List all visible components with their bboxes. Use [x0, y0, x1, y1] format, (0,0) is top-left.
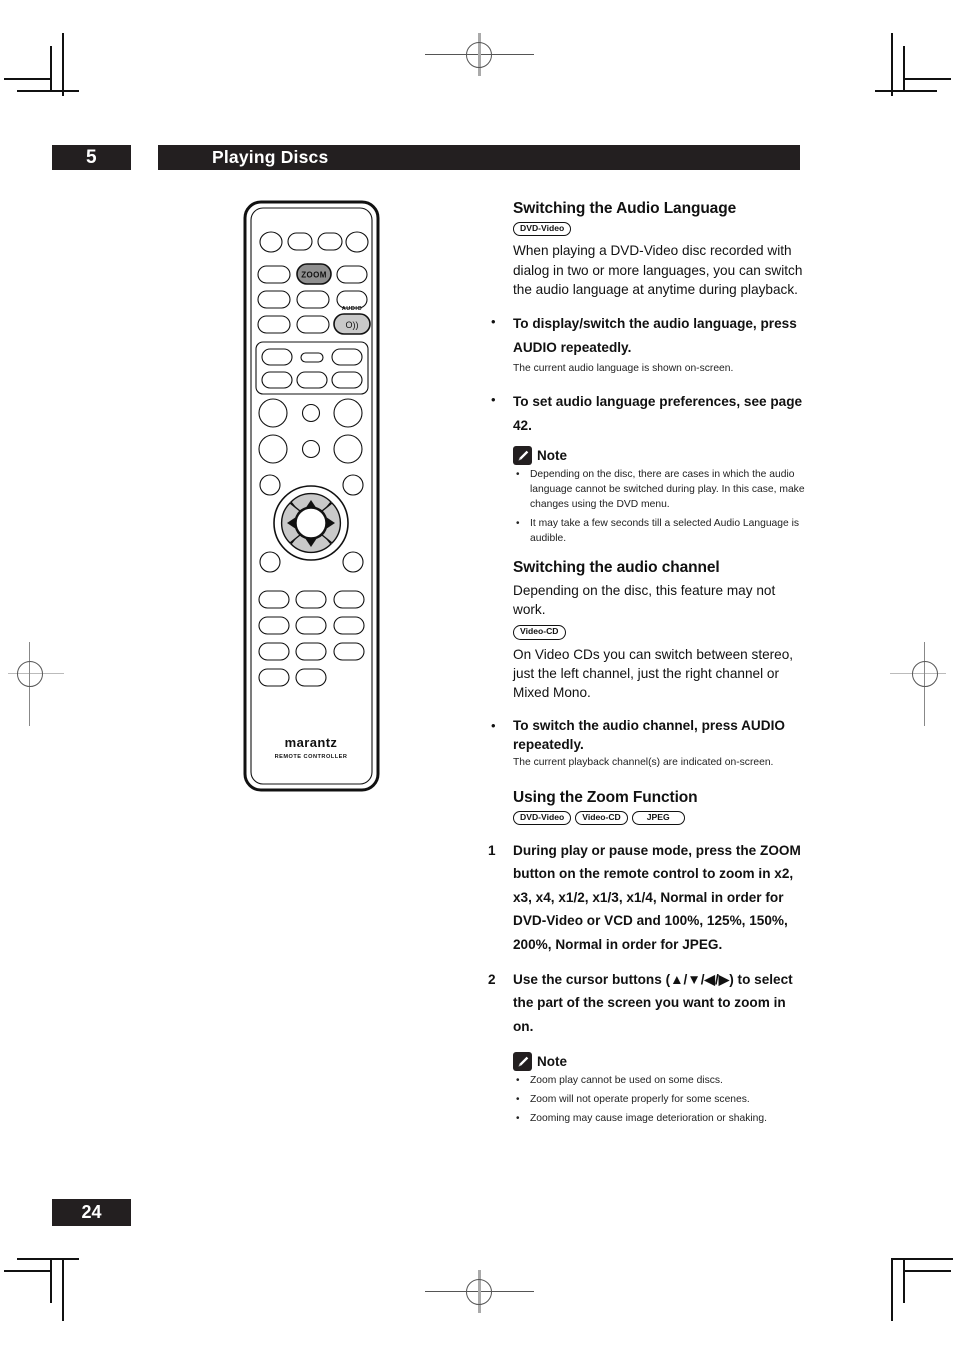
zoom-button: ZOOM: [296, 263, 332, 285]
crop-mark-top-right-inner-horizontal: [903, 78, 951, 80]
crop-mark-top-right-horizontal: [875, 90, 937, 92]
note-item-text: Zoom play cannot be used on some discs.: [530, 1075, 723, 1087]
badge-row-audio-channel: Video-CD: [513, 625, 805, 640]
note-list: • Depending on the disc, there are cases …: [513, 468, 805, 547]
crop-mark-bottom-left-horizontal: [17, 1258, 79, 1260]
crop-mark-top-left-horizontal: [17, 90, 79, 92]
svg-text:O)): O)): [346, 320, 359, 330]
audio-language-intro: When playing a DVD-Video disc recorded w…: [513, 243, 803, 297]
zoom-step-1: 1 During play or pause mode, press the Z…: [483, 839, 805, 956]
crop-mark-top-left-inner-horizontal: [4, 78, 52, 80]
audio-channel-intro: Depending on the disc, this feature may …: [513, 582, 776, 618]
svg-text:marantz: marantz: [285, 735, 338, 750]
page-number: 24: [52, 1199, 131, 1226]
note-item-text: It may take a few seconds till a selecte…: [530, 517, 800, 544]
chapter-number: 5: [52, 145, 131, 170]
note-item-text: Zooming may cause image deterioration or…: [530, 1112, 767, 1124]
bullet-text: To switch the audio channel, press AUDIO…: [513, 717, 785, 752]
step-text: Use the cursor buttons (▲/▼/◀/▶) to sele…: [513, 971, 793, 1034]
badge-jpeg: JPEG: [631, 810, 685, 826]
pencil-icon: [513, 446, 532, 466]
step-number: 1: [488, 843, 496, 859]
content-column: Switching the Audio Language DVD-Video W…: [483, 200, 805, 1139]
audio-language-onscreen-note: The current audio language is shown on-s…: [513, 363, 734, 375]
badge-row-audio-language: DVD-Video: [513, 222, 805, 237]
note-item: • Zoom will not operate properly for some…: [513, 1093, 805, 1108]
crop-mark-bottom-left-vertical: [62, 1258, 64, 1321]
bullet-switch-audio-channel: • To switch the audio channel, press AUD…: [483, 716, 805, 755]
step-text: During play or pause mode, press the ZOO…: [513, 843, 801, 952]
note-bullet-dot: •: [516, 1075, 520, 1087]
section-heading-audio-channel: Switching the audio channel: [513, 558, 720, 576]
note-bullet-dot: •: [516, 469, 520, 481]
note-header: Note: [513, 446, 805, 466]
note-item-text: Depending on the disc, there are cases i…: [530, 469, 805, 511]
bullet-text: To set audio language preferences, see p…: [513, 394, 803, 433]
section-heading-audio-language: Switching the Audio Language: [513, 200, 737, 217]
section-heading-zoom-function: Using the Zoom Function: [513, 788, 698, 806]
badge-video-cd: Video-CD: [575, 810, 628, 826]
bullet-dot: •: [491, 314, 496, 330]
crop-mark-top-left-inner-vertical: [50, 46, 52, 91]
note-item: • Zooming may cause image deterioration o…: [513, 1112, 805, 1127]
bullet-set-audio-preferences: • To set audio language preferences, see…: [483, 390, 805, 437]
badge-dvd-video: DVD-Video: [513, 810, 572, 826]
note-label: Note: [537, 1054, 567, 1070]
crop-mark-bottom-right-inner-vertical: [903, 1258, 905, 1303]
badge-video-cd: Video-CD: [513, 625, 566, 640]
audio-channel-body: On Video CDs you can switch between ster…: [513, 646, 794, 701]
crop-mark-bottom-left-inner-horizontal: [4, 1270, 52, 1272]
note-item: • It may take a few seconds till a select…: [513, 517, 805, 547]
note-list: • Zoom play cannot be used on some discs.…: [513, 1074, 805, 1127]
svg-text:AUDIO: AUDIO: [342, 306, 363, 312]
audio-channel-onscreen-note: The current playback channel(s) are indi…: [513, 757, 774, 769]
note-bullet-dot: •: [516, 1112, 520, 1124]
bullet-text: To display/switch the audio language, pr…: [513, 316, 797, 355]
note-label: Note: [537, 448, 567, 464]
page-title: Playing Discs: [158, 145, 800, 170]
bullet-dot: •: [491, 392, 496, 408]
svg-text:ZOOM: ZOOM: [301, 271, 327, 280]
note-item: • Zoom play cannot be used on some discs.: [513, 1074, 805, 1089]
note-item-text: Zoom will not operate properly for some …: [530, 1093, 750, 1105]
note-block-zoom: Note • Zoom play cannot be used on some d…: [513, 1052, 805, 1127]
bullet-dot: •: [491, 717, 496, 733]
crop-mark-bottom-right-inner-horizontal: [903, 1270, 951, 1272]
crop-mark-bottom-left-inner-vertical: [50, 1258, 52, 1303]
remote-control-illustration: ZOOM AUDIO O)) marantz REMOTE CONTROLLER: [243, 200, 380, 792]
crop-mark-top-right-vertical: [891, 33, 893, 96]
chapter-header: 5 Playing Discs: [52, 145, 800, 170]
svg-text:REMOTE CONTROLLER: REMOTE CONTROLLER: [275, 754, 348, 760]
note-bullet-dot: •: [516, 517, 520, 529]
zoom-step-2: 2 Use the cursor buttons (▲/▼/◀/▶) to se…: [483, 968, 805, 1038]
crop-mark-bottom-right-horizontal: [891, 1258, 953, 1260]
step-number: 2: [488, 971, 496, 987]
bullet-display-switch-audio: • To display/switch the audio language, …: [483, 312, 805, 359]
cursor-pad: [273, 485, 349, 561]
note-block-audio-language: Note • Depending on the disc, there are c…: [513, 446, 805, 547]
note-header: Note: [513, 1052, 805, 1072]
pencil-icon: [513, 1052, 532, 1072]
crop-mark-bottom-right-vertical: [891, 1258, 893, 1321]
crop-mark-top-right-inner-vertical: [903, 46, 905, 91]
crop-mark-top-left-vertical: [62, 33, 64, 96]
badge-row-zoom-function: DVD-Video Video-CD JPEG: [513, 810, 805, 826]
note-item: • Depending on the disc, there are cases …: [513, 468, 805, 513]
badge-dvd-video: DVD-Video: [513, 222, 572, 237]
note-bullet-dot: •: [516, 1093, 520, 1105]
